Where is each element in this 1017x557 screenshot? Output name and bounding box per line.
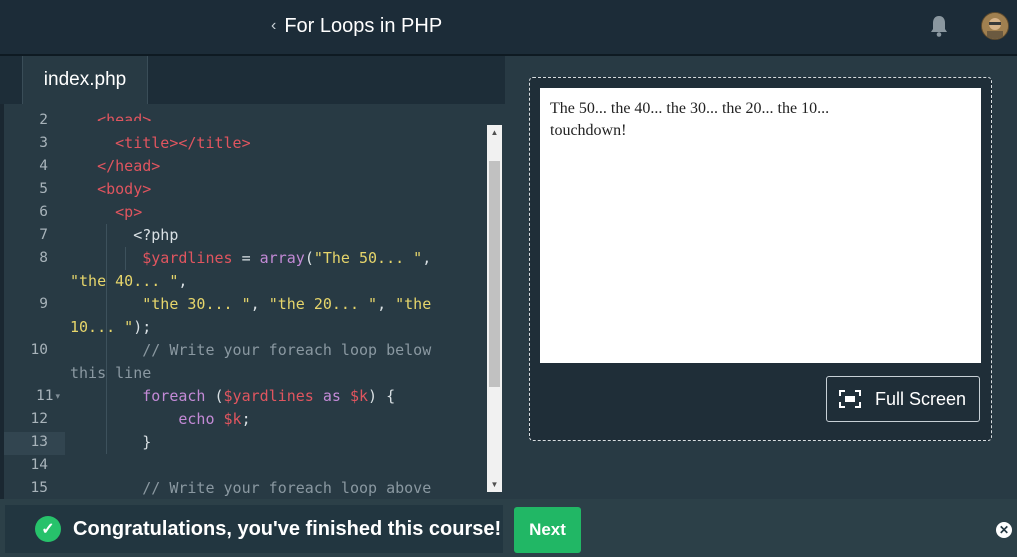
code-line: <head> bbox=[97, 111, 152, 121]
code-editor[interactable]: 2 3 4 5 6 7 8 9 10 11 ▾ 12 13 14 15 <hea… bbox=[4, 104, 505, 499]
editor-tab-bar: index.php bbox=[0, 56, 505, 104]
preview-output-text: The 50... the 40... the 30... the 20... … bbox=[550, 100, 830, 139]
course-title-link[interactable]: ‹ For Loops in PHP bbox=[271, 12, 442, 40]
check-circle-icon: ✓ bbox=[35, 516, 61, 542]
line-number: 6 bbox=[39, 204, 48, 220]
code-line: 10... "); bbox=[70, 318, 152, 336]
code-line: $yardlines = array("The 50... ", bbox=[142, 249, 432, 267]
code-line: <body> bbox=[97, 180, 152, 198]
line-number: 2 bbox=[39, 112, 48, 128]
line-number: 13 bbox=[30, 434, 48, 450]
full-screen-button[interactable]: Full Screen bbox=[826, 376, 980, 422]
editor-scrollbar[interactable]: ▲ ▼ bbox=[487, 125, 502, 492]
code-line: this line bbox=[70, 364, 152, 382]
code-line: // Write your foreach loop below bbox=[142, 341, 432, 359]
chevron-left-icon: ‹ bbox=[271, 17, 277, 34]
scroll-down-arrow-icon[interactable]: ▼ bbox=[487, 477, 502, 492]
tab-label: index.php bbox=[43, 69, 127, 90]
fullscreen-icon bbox=[839, 390, 861, 408]
scroll-up-arrow-icon[interactable]: ▲ bbox=[487, 125, 502, 140]
completion-text: Congratulations, you've finished this co… bbox=[73, 517, 502, 540]
line-number: 8 bbox=[39, 250, 48, 266]
fold-arrow-icon[interactable]: ▾ bbox=[55, 385, 60, 408]
code-line: "the 30... ", "the 20... ", "the bbox=[142, 295, 432, 313]
user-avatar[interactable] bbox=[981, 12, 1009, 40]
scroll-thumb[interactable] bbox=[489, 161, 500, 387]
code-line: echo $k; bbox=[178, 410, 251, 428]
code-line: </head> bbox=[97, 157, 161, 175]
line-number: 11 bbox=[36, 388, 54, 404]
line-number: 3 bbox=[39, 135, 48, 151]
code-content[interactable]: <head> <title></title> </head> <body> <p… bbox=[70, 104, 462, 499]
close-icon[interactable]: ✕ bbox=[996, 522, 1012, 538]
preview-panel: The 50... the 40... the 30... the 20... … bbox=[529, 77, 992, 441]
line-number: 4 bbox=[39, 158, 48, 174]
tab-index-php[interactable]: index.php bbox=[22, 56, 148, 104]
code-line: } bbox=[142, 433, 152, 451]
code-line: <?php bbox=[133, 226, 179, 244]
line-number: 15 bbox=[30, 480, 48, 496]
course-title: For Loops in PHP bbox=[284, 15, 443, 37]
line-number-fold: 11 ▾ bbox=[4, 385, 60, 408]
line-number: 10 bbox=[30, 342, 48, 358]
line-gutter: 2 3 4 5 6 7 8 9 10 11 ▾ 12 13 14 15 bbox=[4, 104, 66, 499]
full-screen-label: Full Screen bbox=[875, 388, 967, 409]
code-line: <p> bbox=[115, 203, 143, 221]
line-number: 5 bbox=[39, 181, 48, 197]
top-bar: ‹ For Loops in PHP bbox=[0, 0, 1017, 56]
line-number: 12 bbox=[30, 411, 48, 427]
bell-icon[interactable] bbox=[929, 14, 949, 38]
preview-output: The 50... the 40... the 30... the 20... … bbox=[540, 88, 981, 363]
line-number: 9 bbox=[39, 296, 48, 312]
code-line: foreach ($yardlines as $k) { bbox=[142, 387, 396, 405]
line-number: 7 bbox=[39, 227, 48, 243]
line-number: 14 bbox=[30, 457, 48, 473]
code-line: "the 40... ", bbox=[70, 272, 188, 290]
code-line: <title></title> bbox=[115, 134, 251, 152]
code-line: // Write your foreach loop above bbox=[142, 479, 432, 497]
completion-message: ✓ Congratulations, you've finished this … bbox=[5, 505, 503, 553]
next-button[interactable]: Next bbox=[514, 507, 581, 553]
